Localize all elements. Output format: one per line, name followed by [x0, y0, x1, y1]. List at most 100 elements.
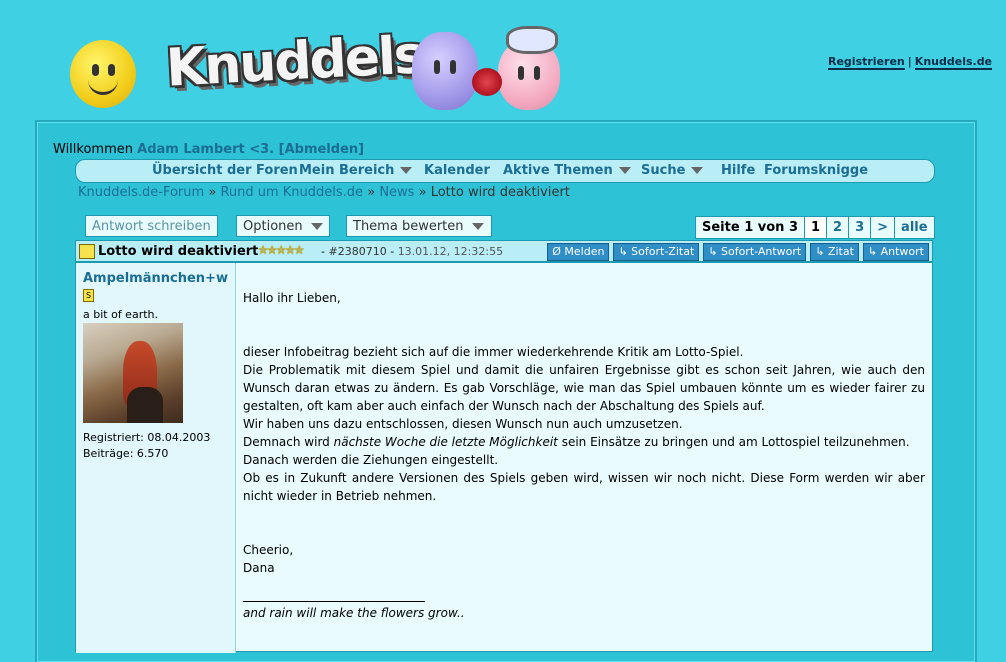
page-3-link[interactable]: 3: [848, 216, 872, 239]
knuddels-site-link[interactable]: Knuddels.de: [914, 55, 993, 70]
signature: and rain will make the flowers grow..: [243, 604, 925, 622]
post-body: Ampelmännchen+w S a bit of earth. Regist…: [75, 262, 933, 653]
button-label: Thema bewerten: [353, 219, 464, 234]
nav-search[interactable]: Suche: [641, 163, 704, 178]
post-paragraph: Die Problematik mit diesem Spiel und dam…: [243, 363, 925, 413]
author-name-link[interactable]: Ampelmännchen+w: [83, 271, 228, 286]
post-date: 13.01.12, 12:32:55: [397, 245, 504, 258]
write-reply-button[interactable]: Antwort schreiben: [85, 215, 218, 237]
welcome-line: Willkommen Adam Lambert <3. [Abmelden]: [53, 142, 364, 157]
post-content: Hallo ihr Lieben, dieser Infobeitrag bez…: [243, 289, 925, 622]
knuddels-logo[interactable]: Knuddels: [165, 25, 425, 98]
avatar[interactable]: [83, 323, 183, 423]
button-label: Optionen: [243, 219, 303, 234]
pagination: Seite 1 von 3 1 2 3 > alle: [695, 216, 935, 239]
post-author-sign: Dana: [243, 561, 275, 575]
quote-button[interactable]: ↳ Zitat: [810, 243, 859, 261]
nav-label: Kalender: [424, 163, 490, 178]
mascot-couple-image: [410, 26, 570, 114]
book-icon: [79, 244, 95, 259]
mascot-smile-icon: [88, 78, 118, 95]
bow-icon: [506, 26, 558, 54]
page-1-current: 1: [804, 216, 828, 239]
mascot-eye-icon: [450, 60, 456, 74]
nav-label: Mein Bereich: [299, 163, 395, 178]
rate-thread-dropdown[interactable]: Thema bewerten: [346, 215, 492, 237]
breadcrumb: Knuddels.de-Forum » Rund um Knuddels.de …: [78, 185, 570, 200]
rating-stars-icon: ✮✮✮✮✮: [258, 243, 304, 257]
nav-calendar[interactable]: Kalender: [424, 163, 490, 178]
instant-reply-button[interactable]: ↳ Sofort-Antwort: [703, 243, 807, 261]
show-all-link[interactable]: alle: [894, 216, 935, 239]
mascot-eye-icon: [534, 66, 540, 80]
post-paragraph: dieser Infobeitrag bezieht sich auf die …: [243, 345, 744, 359]
nav-label: Übersicht der Foren: [152, 163, 298, 178]
breadcrumb-separator: »: [208, 185, 217, 200]
chevron-down-icon: [400, 167, 413, 174]
chevron-down-icon: [310, 223, 323, 230]
chevron-down-icon: [691, 167, 704, 174]
post-paragraph: Danach werden die Ziehungen eingestellt.: [243, 453, 499, 467]
nav-label: Aktive Themen: [503, 163, 613, 178]
register-link[interactable]: Registrieren: [828, 55, 905, 70]
mascot-eye-icon: [108, 64, 115, 76]
welcome-prefix: Willkommen: [53, 142, 133, 157]
author-badge-icon: S: [83, 289, 94, 302]
avatar-figure: [127, 387, 163, 423]
next-page-link[interactable]: >: [870, 216, 896, 239]
site-header: Knuddels Registrieren | Knuddels.de: [0, 0, 1006, 120]
author-registered: Registriert: 08.04.2003: [83, 431, 211, 444]
meta-dash: -: [321, 245, 325, 258]
report-button[interactable]: Ø Melden: [547, 243, 610, 261]
reply-button[interactable]: ↳ Antwort: [862, 243, 929, 261]
emphasis-text: nächste Woche die letzte Möglichkeit: [333, 435, 558, 449]
author-panel: Ampelmännchen+w S a bit of earth. Regist…: [76, 263, 236, 653]
breadcrumb-separator: »: [367, 185, 376, 200]
chevron-down-icon: [618, 167, 631, 174]
nav-forum-overview[interactable]: Übersicht der Foren: [152, 163, 298, 178]
forum-navbar: Übersicht der Foren Mein Bereich Kalende…: [75, 159, 935, 183]
post-paragraph: Demnach wird nächste Woche die letzte Mö…: [243, 433, 925, 451]
nav-label: Suche: [641, 163, 686, 178]
post-meta: - #2380710 - 13.01.12, 12:32:55: [321, 245, 503, 258]
mascot-eye-icon: [518, 66, 524, 80]
link-separator: |: [907, 55, 912, 68]
signature-divider: [243, 601, 425, 602]
post-closing: Cheerio,: [243, 543, 294, 557]
chevron-down-icon: [471, 223, 484, 230]
top-links: Registrieren | Knuddels.de: [828, 55, 993, 70]
author-post-count: Beiträge: 6.570: [83, 447, 169, 460]
post-greeting: Hallo ihr Lieben,: [243, 291, 341, 305]
text-run: sein Einsätze zu bringen und am Lottospi…: [561, 435, 910, 449]
breadcrumb-forum-home[interactable]: Knuddels.de-Forum: [78, 185, 204, 200]
post-actions: Ø Melden ↳ Sofort-Zitat ↳ Sofort-Antwort…: [547, 243, 929, 261]
breadcrumb-current: Lotto wird deaktiviert: [430, 185, 570, 200]
post-number-link[interactable]: #2380710: [328, 245, 386, 258]
rose-icon: [472, 68, 502, 96]
page-2-link[interactable]: 2: [826, 216, 850, 239]
nav-forum-etiquette[interactable]: Forumsknigge: [764, 163, 868, 178]
meta-dash: -: [390, 245, 395, 258]
nav-my-area[interactable]: Mein Bereich: [299, 163, 413, 178]
mascot-yellow-logo: [70, 40, 136, 108]
breadcrumb-separator: »: [418, 185, 427, 200]
button-label: Antwort schreiben: [92, 219, 211, 234]
nav-label: Forumsknigge: [764, 163, 869, 178]
username-link[interactable]: Adam Lambert <3.: [137, 142, 274, 157]
breadcrumb-rund-um[interactable]: Rund um Knuddels.de: [220, 185, 363, 200]
post-title: Lotto wird deaktiviert: [98, 244, 259, 259]
logout-link[interactable]: [Abmelden]: [279, 142, 364, 157]
nav-active-topics[interactable]: Aktive Themen: [503, 163, 631, 178]
signature-text: and rain will make the flowers grow..: [243, 606, 465, 620]
mascot-eye-icon: [434, 60, 440, 74]
mascot-blue-icon: [412, 32, 478, 110]
nav-help[interactable]: Hilfe: [721, 163, 755, 178]
mascot-eye-icon: [92, 64, 99, 76]
options-dropdown[interactable]: Optionen: [236, 215, 330, 237]
post-paragraph: Ob es in Zukunft andere Versionen des Sp…: [243, 471, 925, 503]
instant-quote-button[interactable]: ↳ Sofort-Zitat: [613, 243, 700, 261]
page-count-label: Seite 1 von 3: [695, 216, 805, 239]
nav-label: Hilfe: [721, 163, 756, 178]
breadcrumb-news[interactable]: News: [379, 185, 414, 200]
author-motto: a bit of earth.: [83, 308, 158, 321]
